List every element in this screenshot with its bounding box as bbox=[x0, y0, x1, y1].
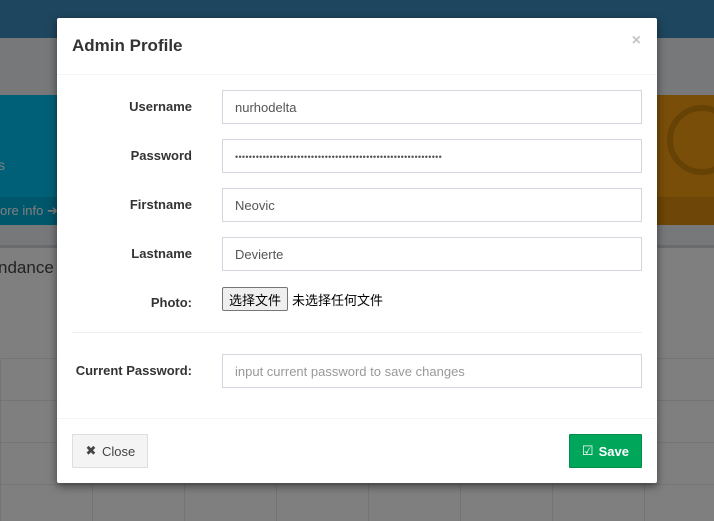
photo-file-input: 选择文件 未选择任何文件 bbox=[222, 287, 383, 311]
username-label: Username bbox=[129, 99, 192, 114]
password-field[interactable]: ••••••••••••••••••••••••••••••••••••••••… bbox=[222, 139, 642, 173]
current-password-label: Current Password: bbox=[75, 363, 192, 378]
modal-title: Admin Profile bbox=[72, 36, 183, 55]
check-square-icon: ☑ bbox=[581, 443, 594, 458]
photo-label: Photo: bbox=[150, 295, 192, 310]
close-button[interactable]: ✖ Close bbox=[72, 434, 149, 468]
firstname-field[interactable] bbox=[222, 188, 642, 222]
save-button[interactable]: ☑ Save bbox=[568, 434, 642, 468]
close-button-label: Close bbox=[102, 443, 136, 459]
password-row: Password •••••••••••••••••••••••••••••••… bbox=[57, 139, 657, 173]
modal-header: Admin Profile × bbox=[57, 18, 657, 75]
photo-row: Photo: 选择文件 未选择任何文件 bbox=[57, 287, 657, 321]
lastname-row: Lastname bbox=[57, 237, 657, 271]
modal-body: Username Password ••••••••••••••••••••••… bbox=[57, 75, 657, 418]
username-field[interactable] bbox=[222, 90, 642, 124]
close-x-button[interactable]: × bbox=[632, 32, 641, 50]
username-row: Username bbox=[57, 90, 657, 124]
lastname-label: Lastname bbox=[131, 246, 192, 261]
firstname-label: Firstname bbox=[129, 197, 192, 212]
lastname-field[interactable] bbox=[222, 237, 642, 271]
choose-file-button[interactable]: 选择文件 bbox=[222, 287, 289, 311]
password-label: Password bbox=[130, 148, 192, 163]
save-button-label: Save bbox=[598, 443, 629, 459]
modal-footer: ✖ Close ☑ Save bbox=[57, 418, 657, 483]
file-status-text: 未选择任何文件 bbox=[292, 293, 384, 309]
firstname-row: Firstname bbox=[57, 188, 657, 222]
form-divider bbox=[72, 332, 642, 333]
current-password-row: Current Password: bbox=[57, 354, 657, 388]
admin-profile-modal: Admin Profile × Username Password ••••••… bbox=[57, 18, 657, 483]
current-password-field[interactable] bbox=[222, 354, 642, 388]
close-icon: ✖ bbox=[85, 443, 97, 458]
